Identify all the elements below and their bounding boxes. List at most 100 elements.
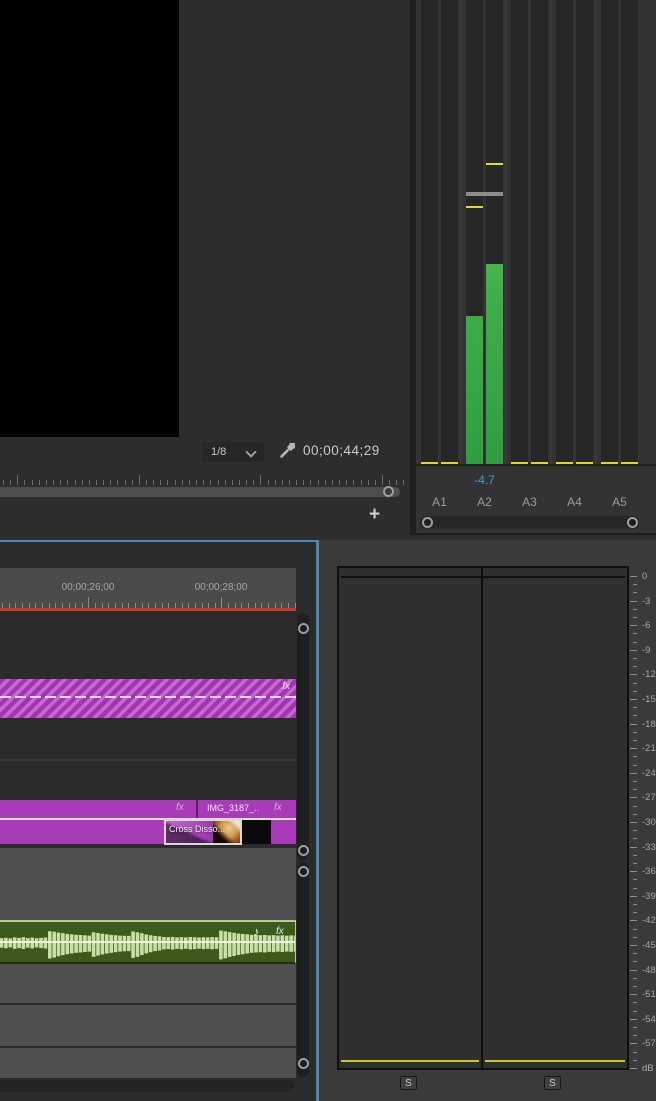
meter-right-baseline bbox=[485, 1060, 625, 1062]
timeline-horizontal-scrollbar[interactable] bbox=[0, 1080, 294, 1092]
db-major-tick bbox=[630, 797, 637, 799]
meter-half bbox=[531, 0, 548, 464]
db-minor-tick bbox=[633, 953, 637, 955]
meter-half bbox=[466, 0, 483, 464]
meters-scrollbar-right-knob-icon[interactable] bbox=[627, 517, 638, 528]
scrollbar-knob-icon[interactable] bbox=[298, 866, 309, 877]
solo-right-button[interactable]: S bbox=[544, 1076, 561, 1090]
db-minor-tick bbox=[633, 813, 637, 815]
ruler-major-tick bbox=[221, 597, 222, 608]
ruler-tick bbox=[88, 480, 90, 485]
playback-resolution-dropdown[interactable]: 1/8 bbox=[202, 442, 264, 462]
ruler-tick bbox=[53, 480, 55, 485]
meter-half bbox=[621, 0, 638, 464]
db-scale-label: -27 bbox=[642, 792, 656, 804]
db-minor-tick bbox=[633, 641, 637, 643]
db-minor-tick bbox=[633, 682, 637, 684]
audio-track-meters-panel: 0 -3 -6 -9 -12 -15 -18 -21 -24 -27 -30 -33 -36 -39 -42… bbox=[319, 540, 656, 1101]
wrench-icon[interactable] bbox=[277, 443, 295, 461]
ruler-tick bbox=[117, 480, 119, 485]
timeline-audio-clip[interactable]: ♪ fx bbox=[0, 920, 296, 964]
db-minor-tick bbox=[633, 1027, 637, 1028]
timecode-display[interactable]: 00;00;44;29 bbox=[303, 443, 380, 458]
ruler-tick bbox=[10, 480, 12, 485]
fx-badge: fx bbox=[176, 802, 184, 813]
channel-label: A1 bbox=[432, 495, 447, 509]
clip-edit-point[interactable] bbox=[196, 800, 198, 818]
ruler-tick bbox=[303, 480, 305, 485]
db-scale-label: -24 bbox=[642, 767, 656, 779]
ruler-tick bbox=[188, 480, 190, 485]
ruler-tick bbox=[224, 480, 226, 485]
db-major-tick bbox=[630, 576, 637, 577]
db-major-tick bbox=[630, 945, 637, 946]
db-scale-label: -45 bbox=[642, 940, 656, 951]
db-minor-tick bbox=[633, 1059, 637, 1061]
ruler-tick bbox=[267, 480, 269, 485]
meters-zoom-scrollbar[interactable] bbox=[420, 516, 639, 529]
ruler-tick bbox=[281, 480, 283, 485]
db-minor-tick bbox=[633, 928, 637, 930]
ruler-tick bbox=[45, 480, 47, 485]
db-major-tick bbox=[630, 895, 637, 897]
db-scale-label: -18 bbox=[642, 718, 656, 730]
db-scale-label: -30 bbox=[642, 817, 656, 828]
scrollbar-knob-icon[interactable] bbox=[298, 845, 309, 856]
db-minor-tick bbox=[633, 805, 637, 807]
video-tracks-scrollbar[interactable] bbox=[297, 613, 309, 860]
ruler-tick bbox=[253, 480, 255, 485]
cross-dissolve-transition[interactable]: Cross Disso... bbox=[164, 819, 242, 845]
playback-resolution-value: 1/8 bbox=[211, 446, 227, 458]
peak-indicator bbox=[486, 163, 503, 165]
ruler-tick bbox=[3, 480, 4, 485]
db-scale-label: -42 bbox=[642, 915, 656, 927]
audio-track-lane[interactable] bbox=[0, 1005, 296, 1046]
db-minor-tick bbox=[633, 961, 637, 963]
meter-channel-A3 bbox=[511, 0, 548, 464]
ruler-tick bbox=[103, 480, 105, 485]
ruler-tick bbox=[38, 480, 40, 485]
audio-track-lane[interactable] bbox=[0, 1048, 296, 1078]
db-minor-tick bbox=[633, 584, 637, 586]
timeline-clip-v2[interactable]: fx bbox=[0, 679, 296, 718]
audio-tracks-scrollbar[interactable] bbox=[297, 862, 309, 1077]
opacity-rubber-band[interactable] bbox=[0, 696, 296, 698]
meter-channel-A2 bbox=[466, 0, 503, 464]
monitor-seek-ruler[interactable] bbox=[0, 474, 410, 485]
timeline-clip-v1-namebar[interactable]: fx IMG_3187_.. fx bbox=[0, 800, 296, 818]
meter-separator bbox=[460, 0, 461, 466]
timeline-ruler[interactable]: 00;00;26;00 00;00;28;00 bbox=[0, 568, 296, 608]
audio-track-lane[interactable] bbox=[0, 964, 296, 1003]
meter-half bbox=[421, 0, 438, 464]
timeline-clip-v1-content[interactable] bbox=[0, 820, 296, 844]
db-minor-tick bbox=[633, 936, 637, 938]
monitor-scrollbar[interactable] bbox=[0, 487, 400, 497]
ruler-tick bbox=[160, 480, 162, 485]
meter-zero-line bbox=[341, 576, 625, 578]
button-editor-plus-icon[interactable]: + bbox=[369, 504, 380, 526]
scrollbar-knob-icon[interactable] bbox=[383, 486, 394, 497]
db-minor-tick bbox=[633, 986, 637, 987]
ruler-tick bbox=[260, 475, 262, 485]
meter-channel-A1 bbox=[421, 0, 458, 464]
audio-volume-rubber-band[interactable] bbox=[0, 941, 295, 943]
ruler-tick bbox=[246, 480, 248, 485]
db-minor-tick bbox=[633, 887, 637, 889]
db-minor-tick bbox=[633, 781, 637, 782]
fx-badge: fx bbox=[276, 926, 284, 937]
db-minor-tick bbox=[633, 863, 637, 864]
panel-bottom-edge bbox=[416, 533, 656, 535]
db-scale-label: -12 bbox=[642, 669, 656, 681]
meters-scrollbar-left-knob-icon[interactable] bbox=[422, 517, 433, 528]
audio-track-lane[interactable] bbox=[0, 848, 296, 920]
db-minor-tick bbox=[633, 789, 637, 791]
ruler-tick bbox=[203, 480, 205, 485]
ruler-tick bbox=[74, 480, 76, 485]
ruler-tick bbox=[153, 480, 155, 485]
transition-name-label: Cross Disso... bbox=[169, 824, 226, 834]
scrollbar-knob-icon[interactable] bbox=[298, 1058, 309, 1069]
solo-left-button[interactable]: S bbox=[400, 1076, 417, 1090]
db-scale-label: -39 bbox=[642, 890, 656, 902]
scrollbar-knob-icon[interactable] bbox=[298, 623, 309, 634]
db-minor-tick bbox=[633, 912, 637, 914]
